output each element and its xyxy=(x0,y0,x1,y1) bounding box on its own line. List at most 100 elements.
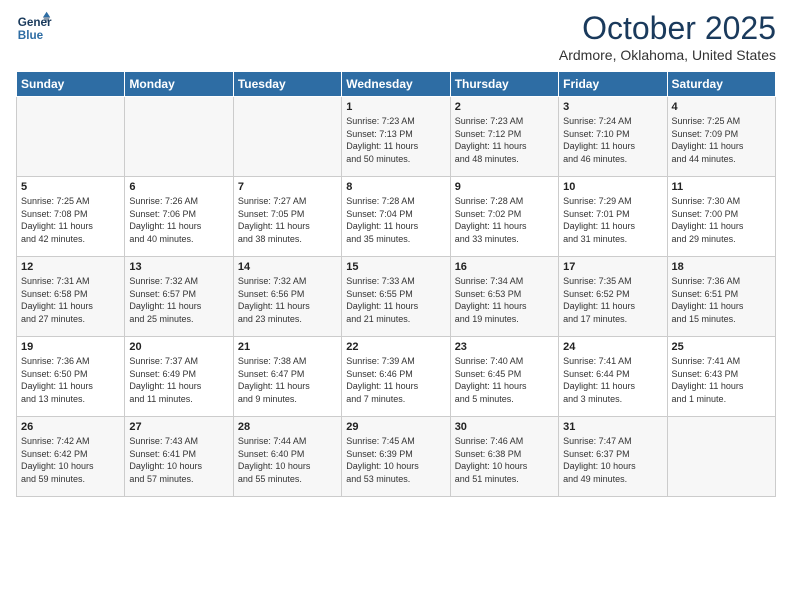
day-info: Sunrise: 7:40 AM Sunset: 6:45 PM Dayligh… xyxy=(455,355,554,405)
calendar-page: General Blue October 2025 Ardmore, Oklah… xyxy=(0,0,792,612)
day-number: 14 xyxy=(238,261,337,273)
calendar-cell: 29 Sunrise: 7:45 AM Sunset: 6:39 PM Dayli… xyxy=(342,417,450,497)
calendar-cell: 26 Sunrise: 7:42 AM Sunset: 6:42 PM Dayli… xyxy=(17,417,125,497)
calendar-cell xyxy=(17,97,125,177)
day-info: Sunrise: 7:38 AM Sunset: 6:47 PM Dayligh… xyxy=(238,355,337,405)
day-info: Sunrise: 7:36 AM Sunset: 6:51 PM Dayligh… xyxy=(672,275,771,325)
calendar-cell: 30 Sunrise: 7:46 AM Sunset: 6:38 PM Dayli… xyxy=(450,417,558,497)
day-number: 21 xyxy=(238,341,337,353)
day-number: 10 xyxy=(563,181,662,193)
day-info: Sunrise: 7:30 AM Sunset: 7:00 PM Dayligh… xyxy=(672,195,771,245)
day-number: 29 xyxy=(346,421,445,433)
day-info: Sunrise: 7:46 AM Sunset: 6:38 PM Dayligh… xyxy=(455,435,554,485)
day-number: 22 xyxy=(346,341,445,353)
col-friday: Friday xyxy=(559,72,667,97)
day-number: 27 xyxy=(129,421,228,433)
day-info: Sunrise: 7:23 AM Sunset: 7:12 PM Dayligh… xyxy=(455,115,554,165)
day-number: 19 xyxy=(21,341,120,353)
calendar-cell: 12 Sunrise: 7:31 AM Sunset: 6:58 PM Dayli… xyxy=(17,257,125,337)
day-number: 2 xyxy=(455,101,554,113)
day-number: 5 xyxy=(21,181,120,193)
day-info: Sunrise: 7:33 AM Sunset: 6:55 PM Dayligh… xyxy=(346,275,445,325)
day-info: Sunrise: 7:32 AM Sunset: 6:56 PM Dayligh… xyxy=(238,275,337,325)
calendar-cell: 17 Sunrise: 7:35 AM Sunset: 6:52 PM Dayli… xyxy=(559,257,667,337)
day-info: Sunrise: 7:25 AM Sunset: 7:08 PM Dayligh… xyxy=(21,195,120,245)
day-number: 23 xyxy=(455,341,554,353)
calendar-cell: 10 Sunrise: 7:29 AM Sunset: 7:01 PM Dayli… xyxy=(559,177,667,257)
col-saturday: Saturday xyxy=(667,72,775,97)
day-number: 3 xyxy=(563,101,662,113)
calendar-body: 1 Sunrise: 7:23 AM Sunset: 7:13 PM Daylig… xyxy=(17,97,776,497)
calendar-cell: 22 Sunrise: 7:39 AM Sunset: 6:46 PM Dayli… xyxy=(342,337,450,417)
title-block: October 2025 Ardmore, Oklahoma, United S… xyxy=(559,10,776,63)
day-number: 15 xyxy=(346,261,445,273)
calendar-week-0: 1 Sunrise: 7:23 AM Sunset: 7:13 PM Daylig… xyxy=(17,97,776,177)
day-number: 12 xyxy=(21,261,120,273)
logo: General Blue xyxy=(16,10,52,46)
day-info: Sunrise: 7:36 AM Sunset: 6:50 PM Dayligh… xyxy=(21,355,120,405)
day-number: 9 xyxy=(455,181,554,193)
calendar-table: Sunday Monday Tuesday Wednesday Thursday… xyxy=(16,71,776,497)
calendar-week-3: 19 Sunrise: 7:36 AM Sunset: 6:50 PM Dayli… xyxy=(17,337,776,417)
day-number: 18 xyxy=(672,261,771,273)
day-info: Sunrise: 7:37 AM Sunset: 6:49 PM Dayligh… xyxy=(129,355,228,405)
day-number: 26 xyxy=(21,421,120,433)
col-thursday: Thursday xyxy=(450,72,558,97)
day-number: 16 xyxy=(455,261,554,273)
day-number: 25 xyxy=(672,341,771,353)
day-info: Sunrise: 7:39 AM Sunset: 6:46 PM Dayligh… xyxy=(346,355,445,405)
calendar-header: Sunday Monday Tuesday Wednesday Thursday… xyxy=(17,72,776,97)
day-number: 6 xyxy=(129,181,228,193)
day-number: 11 xyxy=(672,181,771,193)
day-info: Sunrise: 7:27 AM Sunset: 7:05 PM Dayligh… xyxy=(238,195,337,245)
day-info: Sunrise: 7:35 AM Sunset: 6:52 PM Dayligh… xyxy=(563,275,662,325)
month-title: October 2025 xyxy=(559,10,776,47)
location: Ardmore, Oklahoma, United States xyxy=(559,47,776,63)
day-number: 24 xyxy=(563,341,662,353)
calendar-cell: 16Sunrise: 7:34 AM Sunset: 6:53 PM Dayli… xyxy=(450,257,558,337)
day-info: Sunrise: 7:25 AM Sunset: 7:09 PM Dayligh… xyxy=(672,115,771,165)
calendar-cell: 14 Sunrise: 7:32 AM Sunset: 6:56 PM Dayli… xyxy=(233,257,341,337)
col-wednesday: Wednesday xyxy=(342,72,450,97)
logo-icon: General Blue xyxy=(16,10,52,46)
day-info: Sunrise: 7:42 AM Sunset: 6:42 PM Dayligh… xyxy=(21,435,120,485)
calendar-cell: 15 Sunrise: 7:33 AM Sunset: 6:55 PM Dayli… xyxy=(342,257,450,337)
svg-text:Blue: Blue xyxy=(18,29,44,42)
day-info: Sunrise: 7:41 AM Sunset: 6:44 PM Dayligh… xyxy=(563,355,662,405)
calendar-cell: 5 Sunrise: 7:25 AM Sunset: 7:08 PM Daylig… xyxy=(17,177,125,257)
calendar-week-1: 5 Sunrise: 7:25 AM Sunset: 7:08 PM Daylig… xyxy=(17,177,776,257)
calendar-cell xyxy=(125,97,233,177)
calendar-cell: 31 Sunrise: 7:47 AM Sunset: 6:37 PM Dayli… xyxy=(559,417,667,497)
day-number: 31 xyxy=(563,421,662,433)
calendar-cell: 28Sunrise: 7:44 AM Sunset: 6:40 PM Dayli… xyxy=(233,417,341,497)
day-number: 30 xyxy=(455,421,554,433)
calendar-cell: 27 Sunrise: 7:43 AM Sunset: 6:41 PM Dayli… xyxy=(125,417,233,497)
day-info: Sunrise: 7:43 AM Sunset: 6:41 PM Dayligh… xyxy=(129,435,228,485)
day-info: Sunrise: 7:44 AM Sunset: 6:40 PM Dayligh… xyxy=(238,435,337,485)
calendar-cell xyxy=(667,417,775,497)
calendar-cell: 19 Sunrise: 7:36 AM Sunset: 6:50 PM Dayli… xyxy=(17,337,125,417)
day-info: Sunrise: 7:23 AM Sunset: 7:13 PM Dayligh… xyxy=(346,115,445,165)
day-info: Sunrise: 7:29 AM Sunset: 7:01 PM Dayligh… xyxy=(563,195,662,245)
day-info: Sunrise: 7:47 AM Sunset: 6:37 PM Dayligh… xyxy=(563,435,662,485)
calendar-cell: 3Sunrise: 7:24 AM Sunset: 7:10 PM Daylig… xyxy=(559,97,667,177)
day-info: Sunrise: 7:45 AM Sunset: 6:39 PM Dayligh… xyxy=(346,435,445,485)
calendar-cell: 23 Sunrise: 7:40 AM Sunset: 6:45 PM Dayli… xyxy=(450,337,558,417)
day-number: 8 xyxy=(346,181,445,193)
calendar-cell: 2 Sunrise: 7:23 AM Sunset: 7:12 PM Daylig… xyxy=(450,97,558,177)
day-number: 7 xyxy=(238,181,337,193)
day-info: Sunrise: 7:28 AM Sunset: 7:02 PM Dayligh… xyxy=(455,195,554,245)
col-tuesday: Tuesday xyxy=(233,72,341,97)
calendar-cell xyxy=(233,97,341,177)
day-number: 4 xyxy=(672,101,771,113)
day-number: 17 xyxy=(563,261,662,273)
calendar-cell: 9 Sunrise: 7:28 AM Sunset: 7:02 PM Daylig… xyxy=(450,177,558,257)
day-info: Sunrise: 7:31 AM Sunset: 6:58 PM Dayligh… xyxy=(21,275,120,325)
calendar-cell: 1 Sunrise: 7:23 AM Sunset: 7:13 PM Daylig… xyxy=(342,97,450,177)
day-number: 1 xyxy=(346,101,445,113)
calendar-cell: 11 Sunrise: 7:30 AM Sunset: 7:00 PM Dayli… xyxy=(667,177,775,257)
col-monday: Monday xyxy=(125,72,233,97)
day-info: Sunrise: 7:32 AM Sunset: 6:57 PM Dayligh… xyxy=(129,275,228,325)
day-info: Sunrise: 7:28 AM Sunset: 7:04 PM Dayligh… xyxy=(346,195,445,245)
page-header: General Blue October 2025 Ardmore, Oklah… xyxy=(16,10,776,63)
